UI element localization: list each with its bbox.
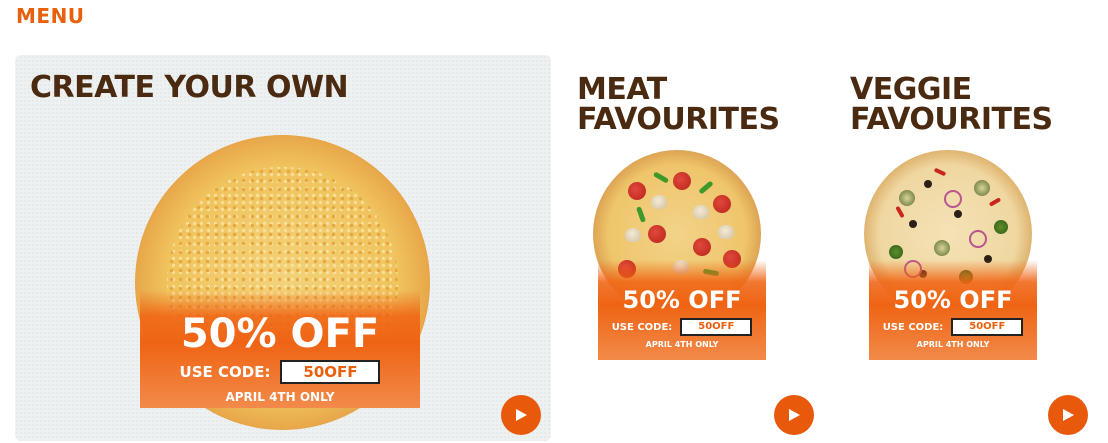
promo-code: 50OFF [951, 318, 1024, 336]
card-title: CREATE YOUR OWN [30, 70, 349, 105]
promo-overlay: 50% OFF USE CODE: 50OFF APRIL 4TH ONLY [140, 290, 420, 408]
promo-date: APRIL 4TH ONLY [645, 340, 719, 349]
promo-code: 50OFF [680, 318, 753, 336]
play-icon [516, 409, 527, 421]
card-meat-favourites[interactable]: MEAT FAVOURITES 50% OFF USE CODE: 50OFF … [568, 55, 838, 441]
promo-discount: 50% OFF [893, 286, 1013, 314]
promo-code-label: USE CODE: [882, 321, 944, 333]
promo-date: APRIL 4TH ONLY [225, 390, 335, 404]
promo-overlay: 50% OFF USE CODE: 50OFF APRIL 4TH ONLY [598, 260, 766, 360]
promo-date: APRIL 4TH ONLY [916, 340, 990, 349]
promo-discount: 50% OFF [622, 286, 742, 314]
play-button[interactable] [1048, 395, 1088, 435]
promo-overlay: 50% OFF USE CODE: 50OFF APRIL 4TH ONLY [869, 260, 1037, 360]
play-button[interactable] [774, 395, 814, 435]
card-title: VEGGIE FAVOURITES [850, 72, 1053, 137]
play-icon [1063, 409, 1074, 421]
promo-discount: 50% OFF [180, 311, 380, 357]
card-veggie-favourites[interactable]: VEGGIE FAVOURITES 50% OFF USE CODE: 50OF… [842, 55, 1108, 441]
promo-code: 50OFF [280, 360, 381, 384]
promo-code-label: USE CODE: [179, 363, 271, 381]
card-title: MEAT FAVOURITES [577, 72, 780, 137]
play-button[interactable] [501, 395, 541, 435]
card-create-your-own[interactable]: CREATE YOUR OWN 50% OFF USE CODE: 50OFF … [15, 55, 551, 441]
promo-code-label: USE CODE: [611, 321, 673, 333]
menu-heading: MENU [16, 4, 85, 28]
play-icon [789, 409, 800, 421]
